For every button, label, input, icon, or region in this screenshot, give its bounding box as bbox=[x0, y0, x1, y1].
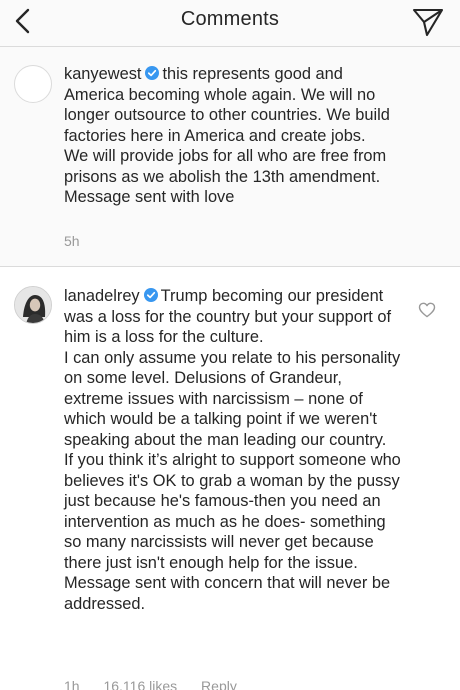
comment-username[interactable]: lanadelrey bbox=[64, 287, 140, 305]
avatar[interactable] bbox=[14, 286, 52, 324]
comment-paragraph: I can only assume you relate to his pers… bbox=[64, 348, 401, 449]
comment-item: kanyewest this represents good and Ameri… bbox=[0, 47, 460, 267]
comment-username[interactable]: kanyewest bbox=[64, 65, 141, 83]
comment-meta: 1h 16,116 likes Reply bbox=[64, 678, 257, 690]
verified-badge-icon bbox=[145, 66, 160, 80]
comment-time: 1h bbox=[64, 678, 80, 690]
verified-badge-icon bbox=[143, 288, 158, 302]
paper-plane-icon bbox=[412, 8, 444, 37]
comment-body: kanyewest this represents good and Ameri… bbox=[64, 64, 394, 208]
likes-count[interactable]: 16,116 likes bbox=[103, 678, 177, 690]
comment-text: this represents good and America becomin… bbox=[64, 65, 390, 206]
comment-paragraph: If you think it’s alright to support som… bbox=[64, 451, 401, 613]
share-button[interactable] bbox=[410, 4, 446, 40]
header-bar: Comments bbox=[0, 0, 460, 47]
heart-icon[interactable] bbox=[418, 301, 436, 319]
comment-paragraph: lanadelrey Trump becoming our president … bbox=[64, 286, 404, 348]
comment-meta: 5h bbox=[64, 233, 100, 249]
avatar[interactable] bbox=[14, 65, 52, 103]
comment-time: 5h bbox=[64, 233, 80, 249]
page-title: Comments bbox=[180, 8, 280, 30]
profile-photo bbox=[15, 287, 51, 323]
comment-body: lanadelrey Trump becoming our president … bbox=[64, 286, 404, 614]
reply-button[interactable]: Reply bbox=[201, 678, 237, 690]
comment-item: lanadelrey Trump becoming our president … bbox=[0, 268, 460, 690]
comments-screen: Comments kanyewest this represents good … bbox=[0, 0, 460, 690]
